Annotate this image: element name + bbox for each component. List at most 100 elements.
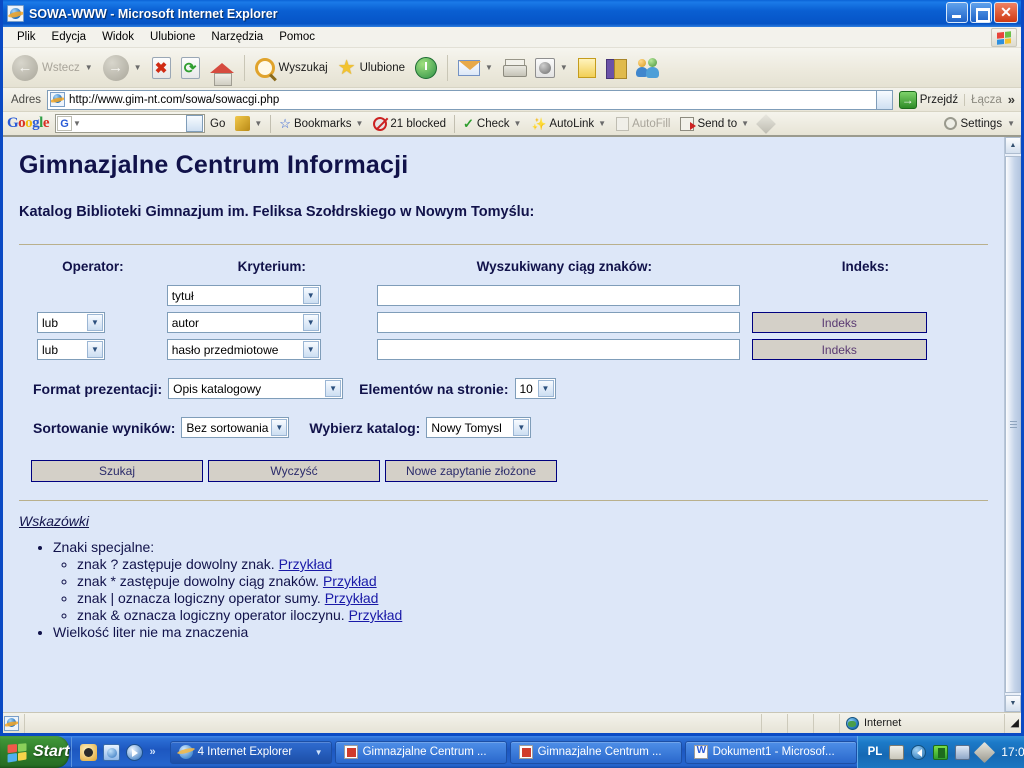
ie-quick-icon[interactable] — [103, 743, 121, 761]
google-popup-blocker-button[interactable]: ▼ — [230, 116, 267, 131]
edit-button[interactable]: ▼ — [530, 51, 573, 85]
chevron-down-icon[interactable]: ▼ — [85, 63, 93, 72]
criterion-select-3[interactable]: hasło przedmiotowe — [166, 339, 321, 360]
menu-item-ulubione[interactable]: Ulubione — [142, 29, 203, 45]
address-dropdown-button[interactable] — [875, 89, 893, 110]
chevron-down-icon[interactable]: ▼ — [485, 63, 493, 72]
task-button-ie-group[interactable]: 4 Internet Explorer ▼ — [169, 740, 332, 764]
search-submit-button[interactable]: Szukaj — [31, 460, 203, 482]
links-label[interactable]: Łącza — [964, 93, 1008, 106]
favorites-button[interactable]: ★ Ulubione — [333, 51, 410, 85]
chevron-down-icon[interactable] — [302, 287, 319, 304]
criterion-select-1[interactable]: tytuł — [166, 285, 321, 306]
google-pen-button[interactable] — [754, 113, 778, 134]
stop-button[interactable]: ✖ — [147, 51, 176, 85]
network-icon[interactable] — [955, 744, 971, 760]
chevron-down-icon[interactable]: ▼ — [134, 63, 142, 72]
google-settings-button[interactable]: Settings ▼ — [943, 117, 1015, 130]
google-go-button[interactable]: Go — [205, 118, 230, 130]
minimize-button[interactable] — [946, 2, 968, 23]
chevron-down-icon[interactable] — [302, 341, 319, 358]
search-button[interactable]: Wyszukaj — [250, 51, 333, 85]
menu-item-plik[interactable]: Plik — [9, 29, 44, 45]
menu-item-narzedzia[interactable]: Narzędzia — [203, 29, 271, 45]
refresh-button[interactable]: ⟳ — [176, 51, 205, 85]
messenger-icon[interactable] — [911, 744, 927, 760]
resize-grip-icon[interactable]: ◢ — [1005, 716, 1021, 731]
chevron-down-icon[interactable] — [87, 314, 103, 331]
example-link[interactable]: Przykład — [349, 607, 403, 623]
format-select[interactable]: Opis katalogowy — [168, 378, 344, 399]
menu-item-edycja[interactable]: Edycja — [44, 29, 95, 45]
index-button-3[interactable]: Indeks — [751, 339, 927, 360]
google-sendto-button[interactable]: Send to ▼ — [675, 116, 754, 131]
chevron-down-icon[interactable] — [302, 314, 319, 331]
example-link[interactable]: Przykład — [279, 556, 333, 572]
clear-button[interactable]: Wyczyść — [208, 460, 380, 482]
example-link[interactable]: Przykład — [325, 590, 379, 606]
media-icon[interactable] — [80, 743, 98, 761]
vertical-scrollbar[interactable]: ▲ ▼ — [1004, 137, 1021, 712]
chevron-down-icon[interactable] — [537, 380, 554, 397]
chevron-down-icon[interactable] — [271, 419, 288, 436]
new-complex-query-button[interactable]: Nowe zapytanie złożone — [385, 460, 557, 482]
player-icon[interactable] — [126, 743, 144, 761]
scroll-down-button[interactable]: ▼ — [1005, 695, 1021, 712]
scroll-up-button[interactable]: ▲ — [1005, 137, 1021, 154]
antivirus-icon[interactable] — [933, 744, 949, 760]
google-check-button[interactable]: ✓ Check ▼ — [458, 116, 526, 132]
chevron-down-icon[interactable]: ▼ — [315, 748, 323, 757]
start-button[interactable]: Start — [0, 736, 70, 768]
chevron-down-icon[interactable]: ▼ — [514, 119, 522, 128]
pen-icon[interactable] — [974, 741, 996, 763]
language-indicator[interactable]: PL — [868, 746, 883, 758]
query-input-2[interactable] — [376, 312, 740, 333]
hints-link[interactable]: Wskazówki — [19, 513, 89, 529]
chevron-down-icon[interactable] — [87, 341, 103, 358]
back-button[interactable]: ← Wstecz ▼ — [7, 51, 98, 85]
index-button-2[interactable]: Indeks — [751, 312, 927, 333]
menu-item-pomoc[interactable]: Pomoc — [271, 29, 323, 45]
keyboard-icon[interactable] — [889, 744, 905, 760]
research-button[interactable] — [601, 51, 631, 85]
toolbar-overflow-icon[interactable]: » — [1008, 92, 1019, 107]
perpage-select[interactable]: 10 — [514, 378, 556, 399]
messenger-button[interactable] — [631, 51, 665, 85]
task-button-gci-1[interactable]: Gimnazjalne Centrum ... — [334, 740, 507, 764]
criterion-select-2[interactable]: autor — [166, 312, 321, 333]
catalog-select[interactable]: Nowy Tomysl — [426, 417, 532, 438]
operator-select-2[interactable]: lub — [37, 312, 105, 333]
example-link[interactable]: Przykład — [323, 573, 377, 589]
maximize-button[interactable] — [970, 2, 992, 23]
forward-button[interactable]: → ▼ — [98, 51, 147, 85]
go-button[interactable]: → Przejdź — [893, 90, 964, 109]
chevron-down-icon[interactable]: ▼ — [355, 119, 363, 128]
print-button[interactable] — [498, 51, 530, 85]
query-input-1[interactable] — [376, 285, 740, 306]
quicklaunch-overflow-icon[interactable]: » — [149, 746, 155, 758]
menu-item-widok[interactable]: Widok — [94, 29, 142, 45]
query-input-3[interactable] — [376, 339, 740, 360]
sort-select[interactable]: Bez sortowania — [181, 417, 290, 438]
google-autolink-button[interactable]: ✨ AutoLink ▼ — [526, 117, 611, 131]
scrollbar-thumb[interactable] — [1005, 156, 1021, 693]
chevron-down-icon[interactable] — [325, 380, 342, 397]
task-button-word[interactable]: Dokument1 - Microsof... — [684, 740, 857, 764]
chevron-down-icon[interactable]: ▼ — [560, 63, 568, 72]
chevron-down-icon[interactable]: ▼ — [73, 119, 81, 128]
note-button[interactable] — [573, 51, 601, 85]
operator-select-3[interactable]: lub — [37, 339, 105, 360]
chevron-down-icon[interactable]: ▼ — [598, 119, 606, 128]
scrollbar-track[interactable] — [1005, 154, 1021, 695]
google-autofill-button[interactable]: AutoFill — [611, 116, 675, 131]
google-search-input[interactable]: G ▼ — [55, 114, 206, 133]
history-button[interactable] — [410, 51, 442, 85]
windows-flag-icon[interactable] — [991, 28, 1017, 47]
home-button[interactable] — [205, 51, 239, 86]
chevron-down-icon[interactable]: ▼ — [1007, 119, 1015, 128]
google-search-dropdown-button[interactable] — [186, 115, 204, 132]
address-input[interactable]: http://www.gim-nt.com/sowa/sowacgi.php — [47, 89, 876, 110]
task-button-gci-2[interactable]: Gimnazjalne Centrum ... — [509, 740, 682, 764]
chevron-down-icon[interactable] — [513, 419, 530, 436]
chevron-down-icon[interactable]: ▼ — [254, 119, 262, 128]
